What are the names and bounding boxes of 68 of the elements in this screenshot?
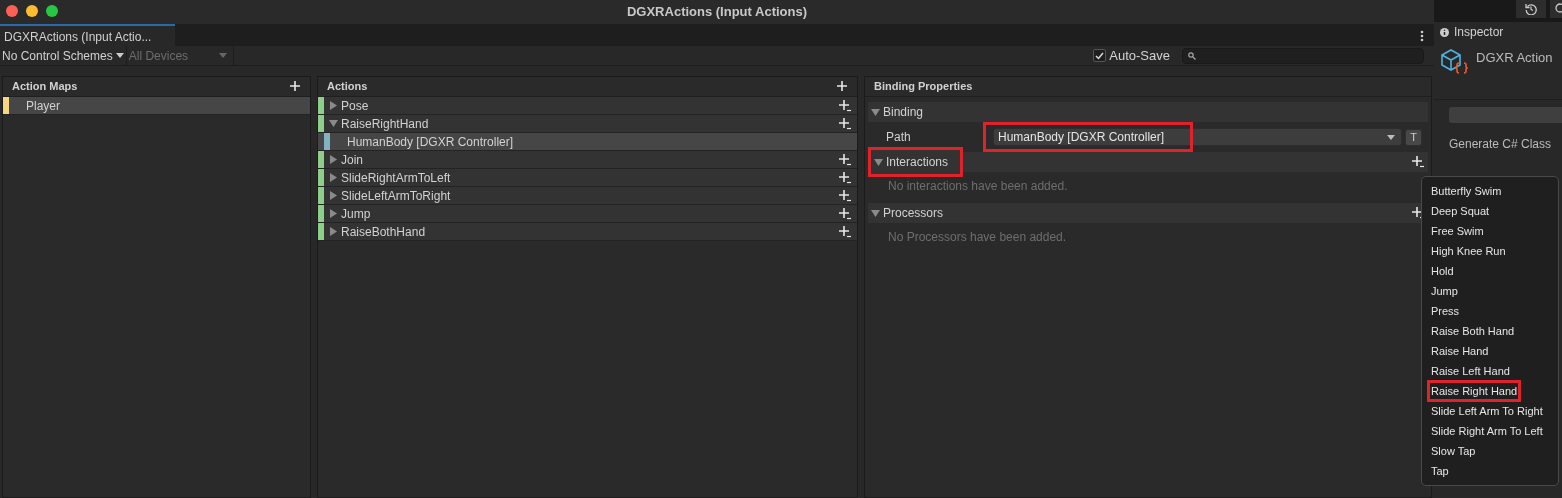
- empty-message: No interactions have been added.: [887, 178, 1069, 195]
- expand-arrow-icon[interactable]: [329, 209, 338, 218]
- add-binding-icon[interactable]: [1412, 156, 1424, 168]
- add-binding-icon[interactable]: [839, 189, 851, 202]
- action-item[interactable]: Jump: [341, 204, 371, 223]
- minimize-button[interactable]: [26, 5, 38, 17]
- field-label: Path: [885, 129, 912, 146]
- panel-header: Action Maps: [12, 79, 78, 95]
- menu-item[interactable]: Hold: [1430, 262, 1455, 280]
- add-binding-icon[interactable]: [1412, 207, 1424, 219]
- menu-item[interactable]: Raise Right Hand: [1427, 379, 1522, 403]
- auto-save-checkbox[interactable]: [1093, 49, 1107, 62]
- action-item[interactable]: Pose: [341, 96, 369, 115]
- menu-item[interactable]: Deep Squat: [1430, 202, 1491, 220]
- menu-item[interactable]: Raise Hand: [1430, 342, 1490, 360]
- more-options-icon[interactable]: [1420, 30, 1424, 42]
- menu-item[interactable]: Slide Left Arm To Right: [1430, 402, 1544, 420]
- zoom-button[interactable]: [46, 5, 58, 17]
- panel-header: Binding Properties: [874, 79, 973, 95]
- expand-arrow-icon[interactable]: [329, 191, 338, 200]
- check-icon: [1095, 51, 1105, 60]
- window-title: DGXRActions (Input Actions): [626, 3, 808, 22]
- menu-item[interactable]: Tap: [1430, 462, 1450, 480]
- menu-item[interactable]: Press: [1430, 302, 1461, 320]
- expand-arrow-icon[interactable]: [329, 227, 338, 236]
- add-binding-icon[interactable]: [839, 99, 851, 112]
- dropdown-arrow-icon: [115, 53, 124, 58]
- menu-item[interactable]: Butterfly Swim: [1430, 182, 1503, 200]
- add-binding-icon[interactable]: [839, 171, 851, 184]
- menu-item[interactable]: Slow Tap: [1430, 442, 1477, 460]
- asset-name: DGXR Action: [1476, 49, 1553, 67]
- action-item[interactable]: Join: [341, 150, 363, 169]
- path-dropdown[interactable]: HumanBody [DGXR Controller]: [993, 128, 1402, 146]
- binding-item[interactable]: HumanBody [DGXR Controller]: [318, 133, 857, 151]
- close-button[interactable]: [6, 5, 18, 17]
- asset-icon: [1440, 48, 1468, 76]
- collapse-arrow-icon[interactable]: [329, 119, 338, 128]
- menu-item[interactable]: Jump: [1430, 282, 1459, 300]
- window-tab[interactable]: DGXRActions (Input Actio...: [0, 24, 175, 46]
- menu-item[interactable]: Slide Right Arm To Left: [1430, 422, 1544, 440]
- text-mode-button[interactable]: T: [1405, 128, 1422, 146]
- expand-arrow-icon[interactable]: [329, 101, 338, 110]
- action-item[interactable]: RaiseBothHand: [341, 222, 426, 241]
- menu-item[interactable]: Free Swim: [1430, 222, 1485, 240]
- option-label: Generate C# Class: [1449, 136, 1553, 153]
- empty-message: No Processors have been added.: [887, 229, 1068, 246]
- action-item[interactable]: RaiseRightHand: [341, 114, 429, 133]
- menu-item[interactable]: Raise Left Hand: [1430, 362, 1511, 380]
- add-binding-icon[interactable]: [839, 207, 851, 220]
- dropdown-arrow-icon: [1387, 134, 1395, 140]
- expand-arrow-icon[interactable]: [329, 173, 338, 182]
- add-binding-icon[interactable]: [839, 225, 851, 238]
- auto-save-label: Auto-Save: [1109, 46, 1170, 65]
- add-binding-icon[interactable]: [839, 153, 851, 166]
- add-binding-icon[interactable]: [839, 117, 851, 130]
- menu-item[interactable]: Raise Both Hand: [1430, 322, 1516, 340]
- add-icon[interactable]: [290, 80, 302, 93]
- control-scheme-dropdown[interactable]: No Control Schemes: [0, 45, 126, 66]
- menu-item[interactable]: High Knee Run: [1430, 242, 1507, 260]
- panel-header: Actions: [327, 79, 368, 95]
- search-field[interactable]: [1182, 47, 1424, 64]
- action-map-item[interactable]: Player: [3, 97, 310, 115]
- info-icon: [1440, 27, 1449, 37]
- expand-arrow-icon[interactable]: [329, 155, 338, 164]
- add-icon[interactable]: [837, 80, 849, 93]
- history-icon[interactable]: [1525, 3, 1537, 15]
- section-header[interactable]: Interactions: [868, 147, 964, 177]
- dropdown-arrow-icon: [218, 53, 227, 58]
